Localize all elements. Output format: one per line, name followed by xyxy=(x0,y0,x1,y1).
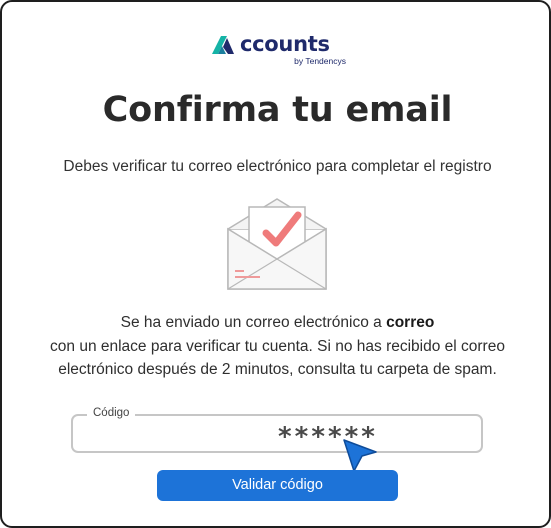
verification-message: Se ha enviado un correo electrónico a co… xyxy=(2,311,551,382)
mouse-pointer-icon xyxy=(343,439,377,472)
logo-tagline: by Tendencys xyxy=(294,56,346,66)
message-line-1: Se ha enviado un correo electrónico a co… xyxy=(2,311,551,335)
code-input-label: Código xyxy=(87,407,136,419)
page-subtitle: Debes verificar tu correo electrónico pa… xyxy=(63,158,492,175)
logo-wordmark: ccounts xyxy=(240,32,330,56)
message-line-3: electrónico después de 2 minutos, consul… xyxy=(58,361,497,378)
logo-a-mark-icon xyxy=(212,36,234,54)
message-line-2: con un enlace para verificar tu cuenta. … xyxy=(50,337,505,355)
validate-code-button[interactable]: Validar código xyxy=(157,470,398,501)
confirm-email-card: ccounts by Tendencys Confirma tu email D… xyxy=(0,0,551,528)
page-title: Confirma tu email xyxy=(102,90,453,130)
envelope-check-icon xyxy=(227,198,327,290)
recipient-email: correo xyxy=(386,314,435,331)
accounts-logo: ccounts by Tendencys xyxy=(210,32,350,72)
message-line-1-text: Se ha enviado un correo electrónico a xyxy=(120,314,387,331)
code-input-value[interactable]: ****** xyxy=(73,422,481,452)
code-input[interactable]: Código ****** xyxy=(71,407,483,453)
